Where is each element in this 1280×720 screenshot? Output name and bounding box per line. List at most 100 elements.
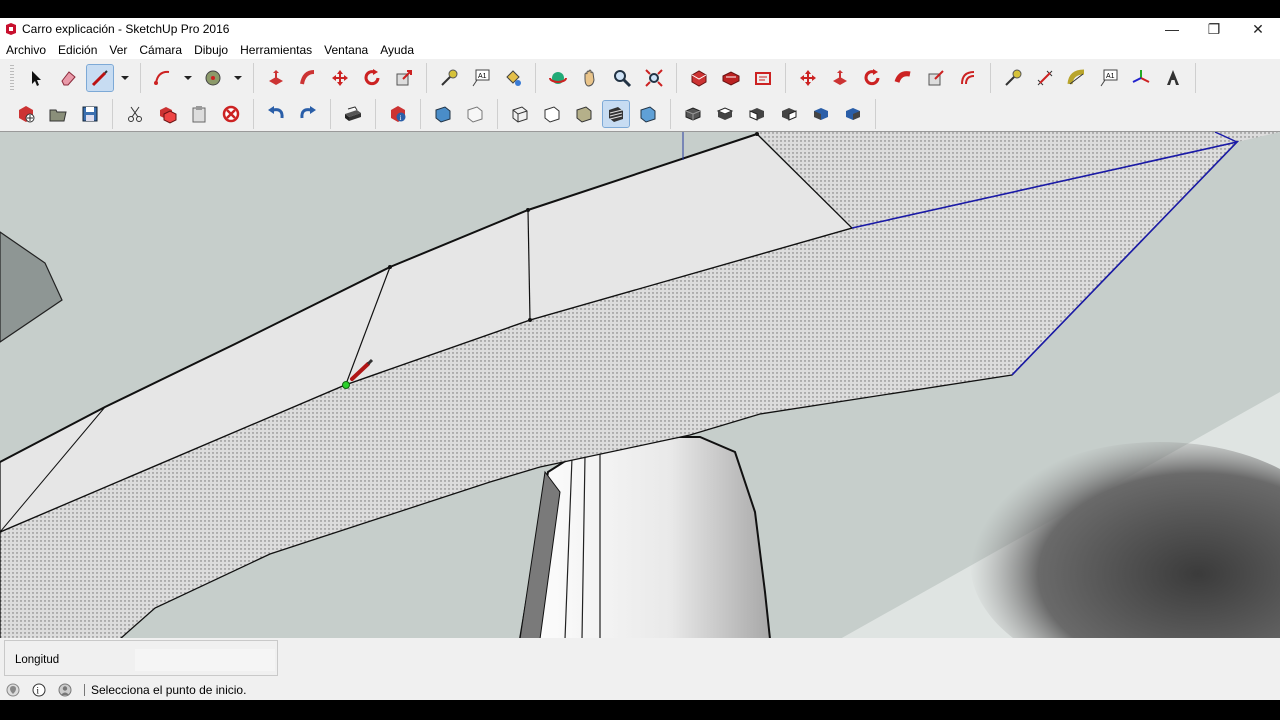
minimize-button[interactable]: —: [1150, 18, 1194, 40]
dimension-icon[interactable]: [1032, 65, 1058, 91]
shapes-tool-icon[interactable]: [200, 65, 226, 91]
pan-icon[interactable]: [577, 65, 603, 91]
front-view-icon[interactable]: [744, 101, 770, 127]
menu-archivo[interactable]: Archivo: [0, 43, 52, 57]
xray-style-icon[interactable]: [430, 101, 456, 127]
line-tool-icon[interactable]: [86, 64, 114, 92]
svg-text:A1: A1: [478, 73, 487, 80]
toolbar-grip[interactable]: [10, 65, 14, 91]
right-view-icon[interactable]: [776, 101, 802, 127]
user-account-icon[interactable]: [58, 683, 72, 697]
vertex-point: [526, 208, 530, 212]
3d-text-icon[interactable]: [1160, 65, 1186, 91]
wheel-tire: [518, 436, 772, 639]
eraser-tool-icon[interactable]: [55, 65, 81, 91]
tape-measure-icon[interactable]: [436, 65, 462, 91]
arc-dropdown-chevron-icon[interactable]: [182, 65, 194, 91]
protractor-icon[interactable]: [1064, 65, 1090, 91]
text-tool-icon[interactable]: A1: [468, 65, 494, 91]
credits-icon[interactable]: i: [32, 683, 46, 697]
layout-icon[interactable]: [750, 65, 776, 91]
offset-icon[interactable]: [955, 65, 981, 91]
menu-camara[interactable]: Cámara: [133, 43, 188, 57]
paste-icon[interactable]: [186, 101, 212, 127]
follow-me-alt-icon[interactable]: [891, 65, 917, 91]
measurements-panel: Longitud: [0, 638, 1280, 680]
menu-dibujo[interactable]: Dibujo: [188, 43, 234, 57]
undo-icon[interactable]: [263, 101, 289, 127]
top-view-icon[interactable]: [712, 101, 738, 127]
move-alt-icon[interactable]: [795, 65, 821, 91]
left-view-icon[interactable]: [840, 101, 866, 127]
window-title: Carro explicación - SketchUp Pro 2016: [22, 22, 230, 36]
new-file-icon[interactable]: [13, 101, 39, 127]
svg-text:i: i: [400, 114, 402, 122]
status-separator: [84, 684, 85, 696]
orbit-icon[interactable]: [545, 65, 571, 91]
menu-ventana[interactable]: Ventana: [318, 43, 374, 57]
modeling-viewport[interactable]: [0, 131, 1280, 639]
push-pull-alt-icon[interactable]: [827, 65, 853, 91]
move-icon[interactable]: [327, 65, 353, 91]
secondary-toolbar: i: [0, 97, 1280, 131]
zoom-icon[interactable]: [609, 65, 635, 91]
wireframe-style-icon[interactable]: [507, 101, 533, 127]
close-button[interactable]: ✕: [1236, 18, 1280, 40]
follow-me-icon[interactable]: [295, 65, 321, 91]
svg-text:A1: A1: [1106, 73, 1115, 80]
scale-icon[interactable]: [391, 65, 417, 91]
shaded-style-icon[interactable]: [571, 101, 597, 127]
text-label-icon[interactable]: A1: [1096, 65, 1122, 91]
top-letterbox: [0, 0, 1280, 18]
select-tool-icon[interactable]: [23, 65, 49, 91]
iso-view-icon[interactable]: [680, 101, 706, 127]
menu-ayuda[interactable]: Ayuda: [374, 43, 420, 57]
cut-icon[interactable]: [122, 101, 148, 127]
main-toolbar: A1 A1: [0, 59, 1280, 97]
push-pull-icon[interactable]: [263, 65, 289, 91]
status-bar: i Selecciona el punto de inicio.: [0, 680, 1280, 700]
sketchup-logo-icon: [6, 23, 16, 35]
menu-bar: Archivo Edición Ver Cámara Dibujo Herram…: [0, 40, 1280, 59]
background-object: [970, 442, 1280, 639]
arc-tool-icon[interactable]: [150, 65, 176, 91]
geolocation-icon[interactable]: [6, 683, 20, 697]
rotate-icon[interactable]: [359, 65, 385, 91]
rotate-alt-icon[interactable]: [859, 65, 885, 91]
tape-measure-alt-icon[interactable]: [1000, 65, 1026, 91]
model-info-icon[interactable]: i: [385, 101, 411, 127]
endpoint-inference-marker: [342, 381, 350, 389]
measurements-input[interactable]: [135, 649, 275, 671]
paint-bucket-icon[interactable]: [500, 65, 526, 91]
zoom-extents-icon[interactable]: [641, 65, 667, 91]
save-icon[interactable]: [77, 101, 103, 127]
menu-herramientas[interactable]: Herramientas: [234, 43, 318, 57]
scale-alt-icon[interactable]: [923, 65, 949, 91]
side-block-face: [0, 231, 63, 343]
open-folder-icon[interactable]: [45, 101, 71, 127]
status-hint-text: Selecciona el punto de inicio.: [91, 683, 247, 697]
extension-warehouse-icon[interactable]: [718, 65, 744, 91]
monochrome-style-icon[interactable]: [635, 101, 661, 127]
vertex-point: [528, 318, 532, 322]
back-edges-style-icon[interactable]: [462, 101, 488, 127]
hidden-line-style-icon[interactable]: [539, 101, 565, 127]
model-drawing[interactable]: [0, 132, 1280, 639]
measurements-label: Longitud: [15, 654, 60, 666]
title-bar: Carro explicación - SketchUp Pro 2016 — …: [0, 18, 1280, 40]
bottom-letterbox: [0, 700, 1280, 720]
shaded-textures-style-icon[interactable]: [602, 100, 630, 128]
copy-icon[interactable]: [154, 101, 180, 127]
back-view-icon[interactable]: [808, 101, 834, 127]
print-icon[interactable]: [340, 101, 366, 127]
vertex-point: [755, 132, 759, 136]
menu-ver[interactable]: Ver: [103, 43, 133, 57]
delete-icon[interactable]: [218, 101, 244, 127]
line-dropdown-chevron-icon[interactable]: [119, 65, 131, 91]
restore-button[interactable]: ❐: [1192, 18, 1236, 40]
menu-edicion[interactable]: Edición: [52, 43, 103, 57]
redo-icon[interactable]: [295, 101, 321, 127]
3d-warehouse-icon[interactable]: [686, 65, 712, 91]
axes-icon[interactable]: [1128, 65, 1154, 91]
shapes-dropdown-chevron-icon[interactable]: [232, 65, 244, 91]
